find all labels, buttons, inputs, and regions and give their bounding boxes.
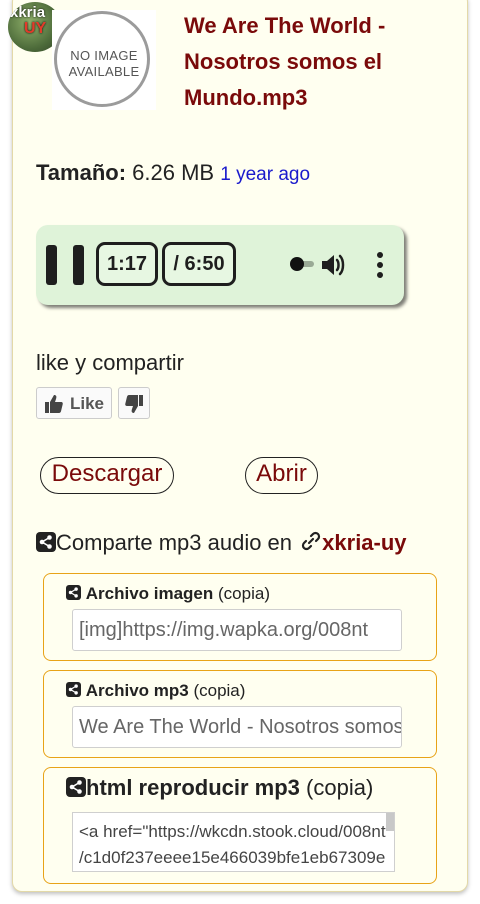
share-icon [66,585,81,600]
mp3-copy-label: Archivo mp3 (copia) [66,681,410,701]
textarea-scrollbar[interactable] [386,813,394,831]
html-copy-title: html reproducir mp3 [86,775,300,800]
image-copy-action[interactable]: (copia) [218,584,270,603]
html-copy-box: html reproducir mp3 (copia) <a href="htt… [43,767,437,884]
file-info: Tamaño: 6.26 MB 1 year ago [36,160,310,186]
audio-player: 1:17 / 6:50 [36,225,404,305]
mp3-copy-title: Archivo mp3 [85,681,189,700]
image-copy-box: Archivo imagen (copia) [img]https://img.… [43,573,437,661]
like-share-heading: like y compartir [36,350,184,375]
share-icon [66,682,81,697]
track-title: We Are The World - Nosotros somos el Mun… [184,13,386,110]
cover-placeholder: NO IMAGE AVAILABLE [52,10,156,110]
mp3-name-field[interactable]: We Are The World - Nosotros somos el [72,706,402,748]
more-options-icon[interactable] [374,251,386,279]
pause-icon [46,245,57,285]
pause-button[interactable] [46,245,84,285]
share-icon [66,777,86,797]
progress-slider[interactable] [290,257,314,271]
cover-text-line2: AVAILABLE [68,64,140,79]
like-label: Like [70,394,105,413]
logo-text-top: xkria [10,4,46,21]
cover-text-line1: NO IMAGE [70,48,138,63]
duration: / 6:50 [162,242,236,286]
like-button[interactable]: Like [36,387,112,419]
current-time: 1:17 [96,242,158,286]
mp3-copy-box: Archivo mp3 (copia) We Are The World - N… [43,670,437,758]
volume-icon[interactable] [318,251,346,279]
image-copy-title: Archivo imagen [85,584,214,603]
image-url-field[interactable]: [img]https://img.wapka.org/008nt [72,609,402,651]
download-button[interactable]: Descargar [40,457,174,494]
slider-thumb[interactable] [290,257,304,271]
share-icon [36,532,56,552]
link-icon [302,531,321,551]
logo-text-bottom: UY [24,20,47,37]
share-prefix: Comparte mp3 audio en [56,530,293,555]
content-card [12,0,468,892]
dislike-button[interactable] [118,387,150,419]
share-heading: Comparte mp3 audio en xkria-uy [36,530,407,556]
thumbs-down-icon [125,395,143,413]
upload-age-link[interactable]: 1 year ago [220,164,310,185]
share-site-link[interactable]: xkria-uy [322,530,406,555]
html-embed-text: <a href="https://wkcdn.stook.cloud/008nt… [79,822,386,867]
open-button[interactable]: Abrir [245,457,318,494]
size-value: 6.26 MB [132,160,215,185]
size-label: Tamaño: [36,160,127,185]
mp3-copy-action[interactable]: (copia) [193,681,245,700]
html-copy-label: html reproducir mp3 (copia) [66,775,410,801]
html-copy-action[interactable]: (copia) [306,775,373,800]
image-copy-label: Archivo imagen (copia) [66,584,410,604]
thumbs-up-icon [45,395,63,413]
html-embed-textarea[interactable]: <a href="https://wkcdn.stook.cloud/008nt… [72,812,395,872]
